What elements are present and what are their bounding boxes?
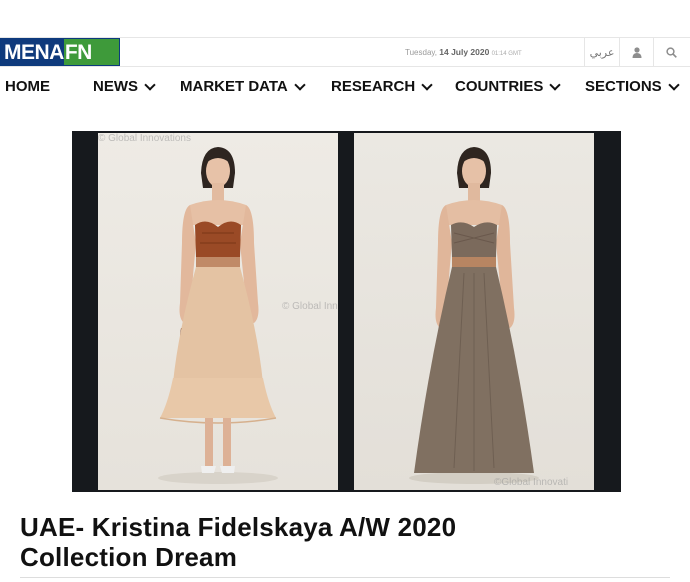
nav-sections-label: SECTIONS <box>585 78 662 95</box>
nav-home-label: HOME <box>5 78 50 95</box>
article-hero-image[interactable]: © Global Innovations © Global Innovation… <box>72 131 621 492</box>
nav-sections[interactable]: SECTIONS <box>585 78 680 95</box>
model-in-brown-gown-illustration <box>409 147 539 484</box>
article-title-line-1: UAE- Kristina Fidelskaya A/W 2020 <box>20 512 457 542</box>
watermark-bottom: ©Global Innovati <box>494 477 569 488</box>
chevron-down-icon <box>294 78 306 91</box>
watermark-mid: © Global Innovations <box>282 301 338 312</box>
current-time: 01:14 GMT <box>491 51 522 57</box>
nav-countries-label: COUNTRIES <box>455 78 544 95</box>
date-line: Tuesday, 14 July 2020 01:14 GMT <box>405 47 522 57</box>
logo-mena-text: MENA <box>1 39 64 65</box>
nav-news-label: NEWS <box>93 78 138 95</box>
chevron-down-icon <box>668 78 680 91</box>
article-title-line-2: Collection Dream <box>20 542 238 572</box>
hero-photo-left: © Global Innovations © Global Innovation… <box>98 133 338 490</box>
chevron-down-icon <box>549 78 562 91</box>
arabic-language-link[interactable]: عربي <box>584 38 619 66</box>
menafn-logo[interactable]: MENA FN <box>0 38 120 66</box>
weekday: Tuesday, <box>405 48 438 57</box>
hero-photo-right: ©Global Innovati <box>354 133 594 490</box>
logo-fn-text: FN <box>63 39 119 65</box>
nav-news[interactable]: NEWS <box>93 78 156 95</box>
nav-home[interactable]: HOME <box>5 78 50 95</box>
chevron-down-icon <box>421 78 433 91</box>
search-icon[interactable] <box>653 38 688 66</box>
watermark-top: © Global Innovations <box>98 133 191 144</box>
nav-market-data-label: MARKET DATA <box>180 78 288 95</box>
user-icon[interactable] <box>619 38 654 66</box>
main-nav: HOME NEWS MARKET DATA RESEARCH COUNTRIES… <box>0 78 690 100</box>
nav-market-data[interactable]: MARKET DATA <box>180 78 306 95</box>
nav-research-label: RESEARCH <box>331 78 416 95</box>
divider <box>20 577 670 578</box>
current-date: 14 July 2020 <box>439 47 490 57</box>
search-icon-glyph <box>665 46 677 58</box>
chevron-down-icon <box>144 78 156 91</box>
nav-countries[interactable]: COUNTRIES <box>455 78 562 95</box>
user-icon-glyph <box>632 46 642 58</box>
article-title: UAE- Kristina Fidelskaya A/W 2020 Collec… <box>20 512 660 572</box>
top-bar: MENA FN Tuesday, 14 July 2020 01:14 GMT … <box>0 37 690 67</box>
nav-research[interactable]: RESEARCH <box>331 78 433 95</box>
